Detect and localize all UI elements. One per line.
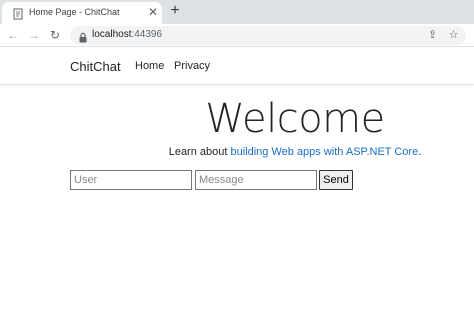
message-input[interactable] — [195, 170, 317, 190]
back-icon[interactable]: ← — [6, 28, 20, 42]
browser-tabstrip: Home Page - ChitChat ✕ + — [0, 0, 474, 24]
address-url: localhost:44396 — [92, 29, 162, 40]
tab-title: Home Page - ChitChat — [29, 7, 120, 17]
learn-text: Learn about building Web apps with ASP.N… — [0, 146, 474, 158]
reload-icon[interactable]: ↻ — [48, 28, 62, 42]
address-bar[interactable]: localhost:44396 ⇪ ☆ — [70, 26, 466, 45]
lock-icon[interactable] — [78, 30, 88, 43]
docs-link[interactable]: building Web apps with ASP.NET Core — [230, 146, 418, 158]
new-tab-icon[interactable]: + — [167, 3, 183, 19]
forward-icon[interactable]: → — [27, 28, 41, 42]
page-icon — [12, 7, 24, 20]
send-button[interactable]: Send — [319, 170, 353, 190]
learn-prefix: Learn about — [168, 146, 231, 158]
page-title: Welcome — [205, 96, 385, 142]
browser-toolbar: ← → ↻ localhost:44396 ⇪ ☆ — [0, 24, 474, 47]
share-icon[interactable]: ⇪ — [426, 29, 439, 42]
browser-tab[interactable]: Home Page - ChitChat ✕ — [2, 2, 162, 24]
close-icon[interactable]: ✕ — [146, 5, 160, 19]
brand-link[interactable]: ChitChat — [70, 59, 121, 74]
bookmark-star-icon[interactable]: ☆ — [447, 29, 460, 42]
url-host: localhost — [92, 29, 132, 40]
site-navbar: ChitChat Home Privacy — [0, 48, 474, 85]
nav-link-privacy[interactable]: Privacy — [174, 60, 210, 72]
nav-link-home[interactable]: Home — [135, 60, 164, 72]
user-input[interactable] — [70, 170, 192, 190]
learn-suffix: . — [418, 146, 422, 158]
url-port: :44396 — [131, 29, 163, 40]
